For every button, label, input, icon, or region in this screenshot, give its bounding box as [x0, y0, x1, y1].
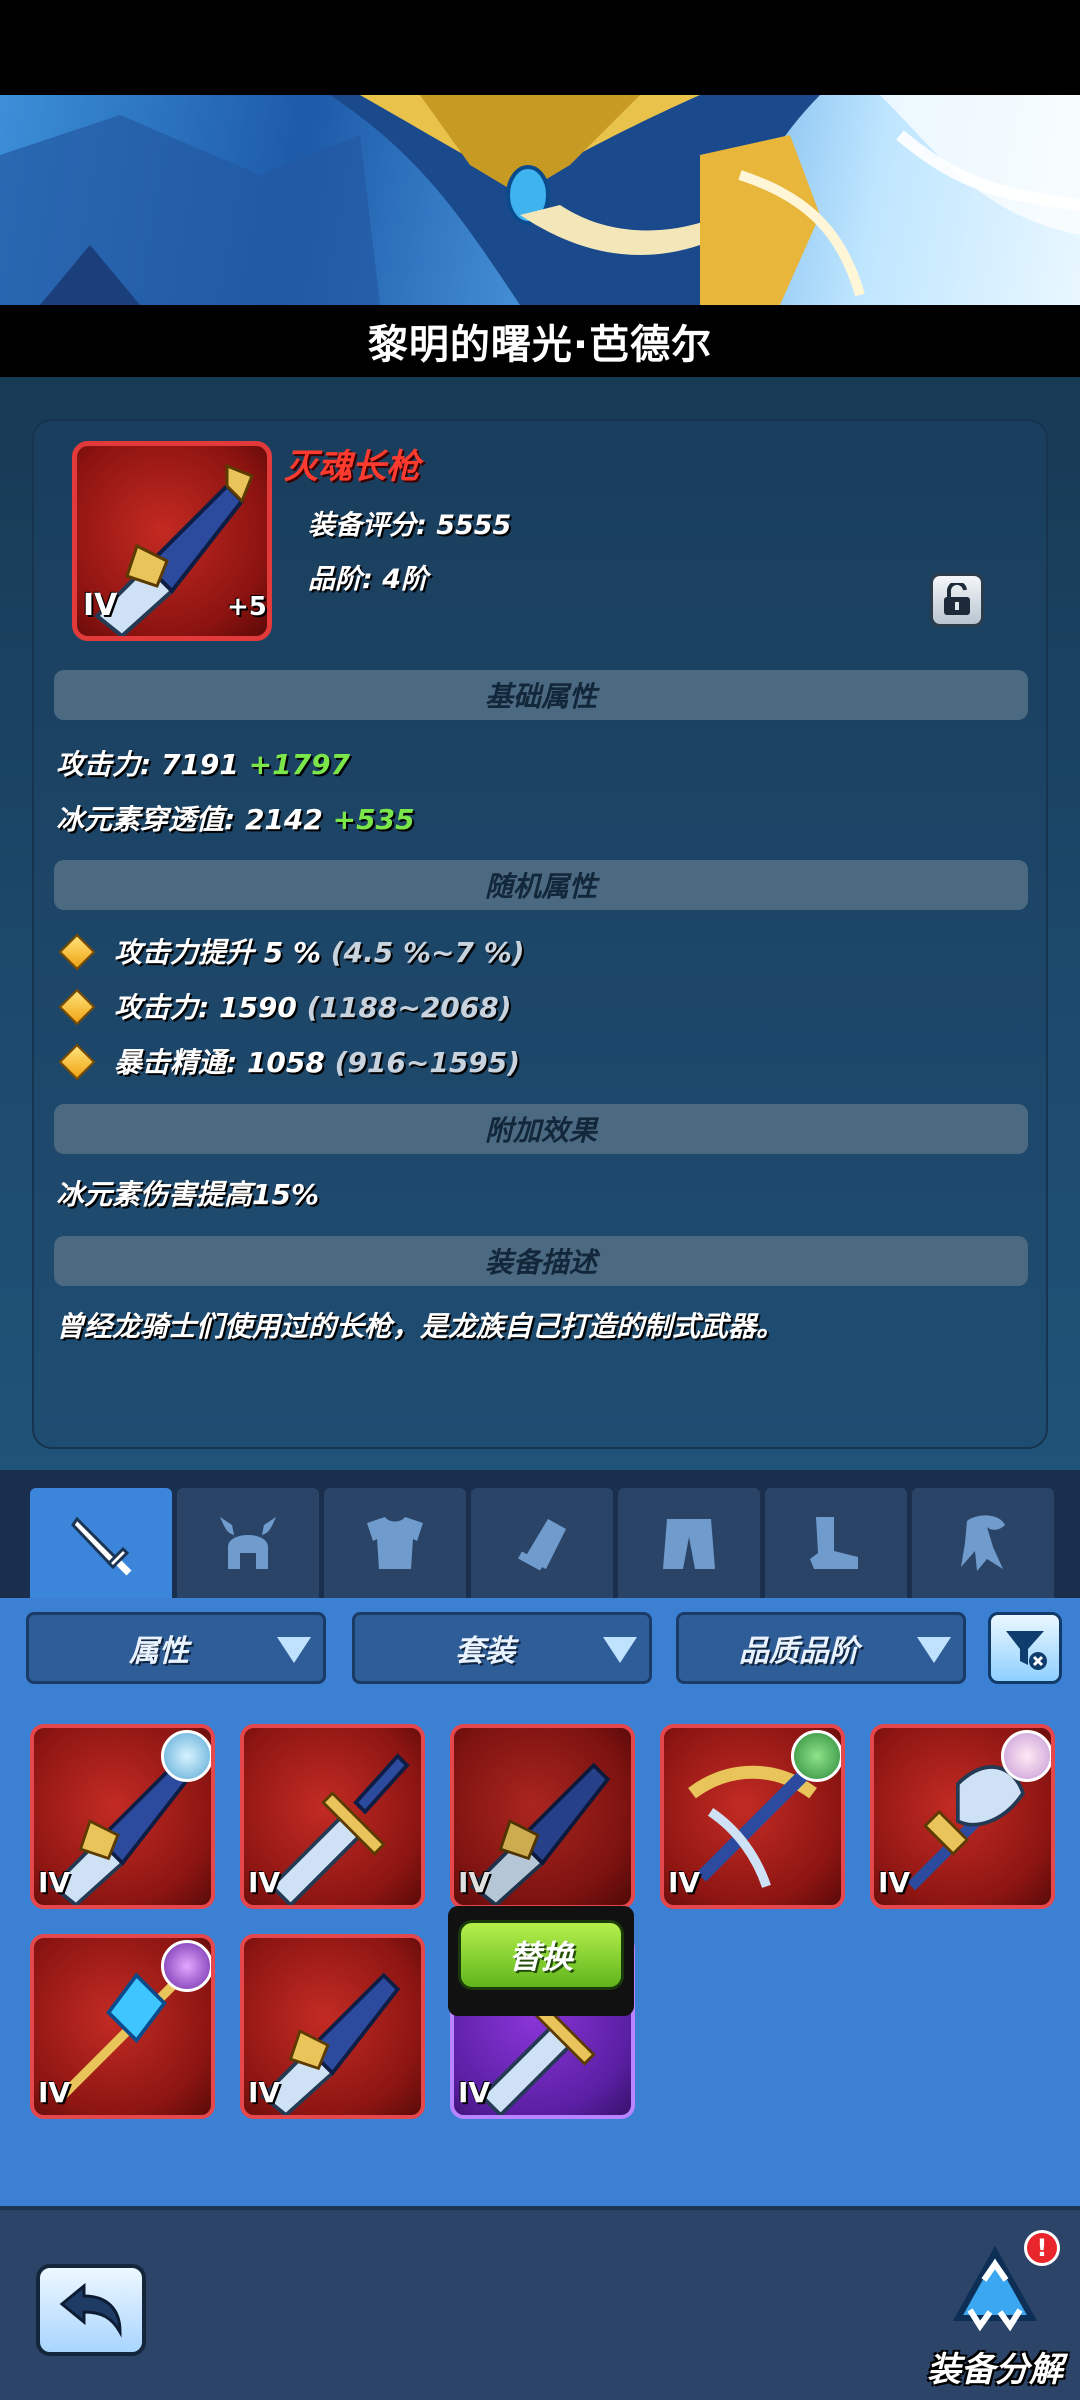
- stat-label: 冰元素穿透值: 2142: [56, 803, 323, 836]
- equipped-item-icon[interactable]: IV +5: [72, 441, 272, 641]
- replace-popup: 替换: [448, 1906, 634, 2016]
- base-stat-row: 攻击力: 7191 +1797: [56, 743, 350, 783]
- inventory-item[interactable]: IV: [240, 1724, 425, 1909]
- chevron-down-icon: [277, 1637, 311, 1663]
- tier-label: IV: [458, 2076, 491, 2109]
- tier-label: IV: [38, 2076, 71, 2109]
- stat-label: 攻击力提升 5 %: [114, 936, 322, 969]
- lock-button[interactable]: [930, 573, 984, 627]
- section-random-attributes: 随机属性: [54, 860, 1028, 910]
- stat-bonus: +535: [332, 803, 415, 836]
- filter-label: 套装: [455, 1634, 515, 1669]
- spirit-badge-icon: [1001, 1730, 1051, 1782]
- diamond-icon: [58, 988, 96, 1026]
- filter-quality-dropdown[interactable]: 品质品阶: [676, 1612, 966, 1684]
- chevron-down-icon: [603, 1637, 637, 1663]
- alert-badge: !: [1024, 2230, 1060, 2266]
- inventory-item[interactable]: IV: [30, 1724, 215, 1909]
- extra-effect-text: 冰元素伤害提高15%: [56, 1178, 320, 1211]
- hero-title-bar: 黎明的曙光·芭德尔: [0, 305, 1080, 377]
- ice-badge-icon: [161, 1730, 211, 1782]
- cape-icon: [961, 1515, 1005, 1571]
- tier-label: IV: [878, 1866, 911, 1899]
- random-stat-row: 暴击精通: 1058 (916~1595): [58, 1041, 521, 1081]
- stat-label: 攻击力: 1590: [114, 991, 297, 1024]
- random-stat-row: 攻击力提升 5 % (4.5 %~7 %): [58, 931, 525, 971]
- filter-label: 品质品阶: [739, 1634, 859, 1669]
- stat-label: 暴击精通: 1058: [114, 1046, 325, 1079]
- boots-icon: [810, 1517, 858, 1569]
- inventory-item[interactable]: IV: [240, 1934, 425, 2119]
- salvage-label: 装备分解: [927, 2350, 1063, 2390]
- tier-label: IV: [458, 1866, 491, 1899]
- section-title: 随机属性: [484, 870, 597, 903]
- description-text: 曾经龙骑士们使用过的长枪，是龙族自己打造的制式武器。: [56, 1310, 785, 1343]
- gauntlet-icon: [518, 1519, 566, 1571]
- chevron-down-icon: [917, 1637, 951, 1663]
- tab-weapon[interactable]: [30, 1488, 172, 1598]
- filter-set-dropdown[interactable]: 套装: [352, 1612, 652, 1684]
- section-extra-effects: 附加效果: [54, 1104, 1028, 1154]
- section-description: 装备描述: [54, 1236, 1028, 1286]
- stat-range: (4.5 %~7 %): [330, 936, 525, 969]
- filter-icon: [1006, 1631, 1047, 1670]
- filter-label: 属性: [129, 1634, 189, 1669]
- wind-badge-icon: [791, 1730, 841, 1782]
- status-bar: [0, 0, 1080, 95]
- tab-pants[interactable]: [618, 1488, 760, 1598]
- replace-button[interactable]: 替换: [458, 1920, 624, 1990]
- tier-label: IV: [668, 1866, 701, 1899]
- hero-banner: [0, 95, 1080, 305]
- sword-icon: [71, 1516, 132, 1576]
- dark-badge-icon: [161, 1940, 211, 1992]
- diamond-icon: [58, 1043, 96, 1081]
- back-button[interactable]: [36, 2264, 146, 2356]
- section-title: 装备描述: [484, 1246, 597, 1279]
- back-arrow-icon: [59, 2282, 122, 2338]
- tab-armor[interactable]: [324, 1488, 466, 1598]
- helmet-icon: [220, 1517, 276, 1569]
- stat-bonus: +1797: [248, 748, 351, 781]
- inventory-item-selected[interactable]: IV: [450, 1724, 635, 1909]
- tier-label: IV: [248, 2076, 281, 2109]
- bottom-bar: ! 装备分解: [0, 2206, 1080, 2400]
- equipment-score: 装备评分: 5555: [308, 510, 512, 541]
- stat-label: 攻击力: 7191: [56, 748, 239, 781]
- lock-icon: [944, 583, 970, 615]
- inventory-item[interactable]: IV: [30, 1934, 215, 2119]
- equipment-grade: 品阶: 4阶: [308, 564, 428, 595]
- replace-label: 替换: [508, 1938, 573, 1976]
- diamond-icon: [58, 933, 96, 971]
- equipment-slot-tabs: [0, 1470, 1080, 1598]
- spear-icon: [469, 1762, 611, 1905]
- tab-boots[interactable]: [765, 1488, 907, 1598]
- section-base-attributes: 基础属性: [54, 670, 1028, 720]
- salvage-button[interactable]: ! 装备分解: [920, 2230, 1070, 2400]
- section-title: 附加效果: [484, 1114, 597, 1147]
- filter-attribute-dropdown[interactable]: 属性: [26, 1612, 326, 1684]
- item-name: 灭魂长枪: [284, 447, 420, 487]
- tab-cape[interactable]: [912, 1488, 1054, 1598]
- inventory-item[interactable]: IV: [870, 1724, 1055, 1909]
- stat-range: (916~1595): [334, 1046, 521, 1079]
- tier-label: IV: [248, 1866, 281, 1899]
- random-stat-row: 攻击力: 1590 (1188~2068): [58, 986, 512, 1026]
- filter-button[interactable]: [988, 1612, 1062, 1684]
- tab-gloves[interactable]: [471, 1488, 613, 1598]
- enhance-level: +5: [227, 592, 267, 622]
- armor-icon: [367, 1517, 423, 1569]
- section-title: 基础属性: [484, 680, 597, 713]
- tier-label: IV: [83, 588, 118, 623]
- pants-icon: [663, 1519, 715, 1569]
- inventory-item[interactable]: IV: [660, 1724, 845, 1909]
- base-stat-row: 冰元素穿透值: 2142 +535: [56, 798, 415, 838]
- tab-helmet[interactable]: [177, 1488, 319, 1598]
- equipment-detail-area: IV +5 灭魂长枪 装备评分: 5555 品阶: 4阶 基础属性 攻击力: 7…: [0, 377, 1080, 1470]
- hero-title: 黎明的曙光·芭德尔: [367, 322, 713, 368]
- stat-range: (1188~2068): [306, 991, 512, 1024]
- equipment-detail-card: IV +5 灭魂长枪 装备评分: 5555 品阶: 4阶 基础属性 攻击力: 7…: [32, 419, 1048, 1449]
- tier-label: IV: [38, 1866, 71, 1899]
